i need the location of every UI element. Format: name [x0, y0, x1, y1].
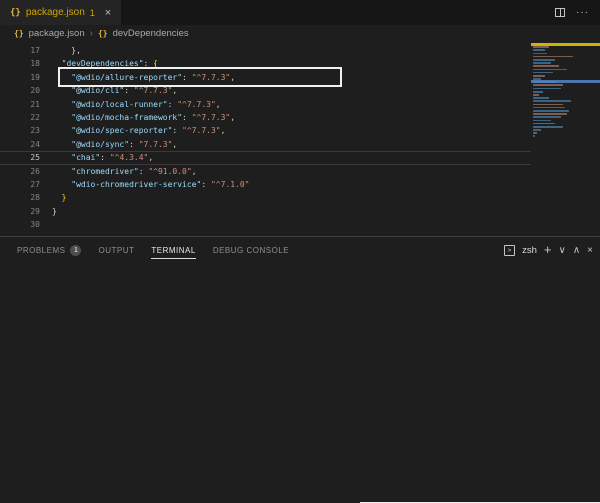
- line-number: 18: [0, 57, 40, 70]
- line-number: 26: [0, 165, 40, 178]
- line-number: 23: [0, 124, 40, 137]
- line-number: 27: [0, 178, 40, 191]
- code-line[interactable]: 21 "@wdio/local-runner": "^7.7.3",: [0, 98, 531, 111]
- code-text: "chai": "^4.3.4",: [52, 151, 153, 164]
- code-line[interactable]: 30: [0, 218, 531, 231]
- terminal-shell-icon: >: [504, 245, 515, 256]
- more-actions-icon[interactable]: ···: [576, 7, 589, 18]
- line-number: 28: [0, 191, 40, 204]
- tab-package-json[interactable]: {} package.json 1 ×: [0, 0, 121, 25]
- code-text: "@wdio/spec-reporter": "^7.7.3",: [52, 124, 225, 137]
- line-number: 24: [0, 138, 40, 151]
- code-text: "@wdio/mocha-framework": "^7.7.3",: [52, 111, 235, 124]
- line-number: 22: [0, 111, 40, 124]
- code-line[interactable]: 28 }: [0, 191, 531, 204]
- close-panel-icon[interactable]: ×: [587, 245, 593, 256]
- chevron-right-icon: ›: [90, 28, 93, 39]
- panel-tab-output[interactable]: OUTPUT: [98, 237, 134, 263]
- line-number: 29: [0, 205, 40, 218]
- minimap-warning-highlight: [531, 43, 600, 46]
- close-tab-icon[interactable]: ×: [105, 7, 111, 19]
- breadcrumb: {} package.json › {} devDependencies: [0, 25, 600, 42]
- code-text: },: [52, 44, 81, 57]
- json-symbol-icon: {}: [98, 29, 108, 38]
- minimap[interactable]: [531, 42, 600, 236]
- line-number: 21: [0, 98, 40, 111]
- panel-tab-problems[interactable]: PROBLEMS1: [17, 237, 81, 263]
- code-line[interactable]: 25 "chai": "^4.3.4",: [0, 151, 531, 164]
- json-file-icon: {}: [10, 8, 21, 18]
- line-number: 30: [0, 218, 40, 231]
- line-number: 25: [0, 151, 40, 164]
- code-text: "chromedriver": "^91.0.0",: [52, 165, 197, 178]
- code-line[interactable]: 26 "chromedriver": "^91.0.0",: [0, 165, 531, 178]
- tab-label: package.json: [26, 7, 85, 18]
- line-number: 19: [0, 71, 40, 84]
- editor-tab-bar: {} package.json 1 × ···: [0, 0, 600, 25]
- code-line[interactable]: 17 },: [0, 44, 531, 57]
- panel-header: PROBLEMS1 OUTPUT TERMINAL DEBUG CONSOLE > z…: [0, 237, 600, 263]
- panel-tab-terminal[interactable]: TERMINAL: [151, 237, 195, 263]
- minimap-selection-highlight: [531, 80, 600, 83]
- code-editor[interactable]: 17 },18 "devDependencies": {19 "@wdio/al…: [0, 42, 600, 236]
- code-line[interactable]: 23 "@wdio/spec-reporter": "^7.7.3",: [0, 124, 531, 137]
- code-line[interactable]: 24 "@wdio/sync": "7.7.3",: [0, 138, 531, 151]
- terminal-dropdown-icon[interactable]: ∨: [559, 245, 566, 256]
- highlight-box-editor: [58, 67, 342, 87]
- maximize-panel-icon[interactable]: ∧: [573, 245, 580, 256]
- breadcrumb-file[interactable]: package.json: [29, 28, 85, 39]
- code-line[interactable]: 27 "wdio-chromedriver-service": "^7.1.0": [0, 178, 531, 191]
- line-number: 17: [0, 44, 40, 57]
- json-file-icon: {}: [14, 29, 24, 38]
- new-terminal-icon[interactable]: +: [544, 242, 552, 257]
- code-text: "@wdio/sync": "7.7.3",: [52, 138, 177, 151]
- bottom-panel: PROBLEMS1 OUTPUT TERMINAL DEBUG CONSOLE > z…: [0, 236, 600, 415]
- shell-name-label[interactable]: zsh: [522, 245, 537, 256]
- code-text: }: [52, 191, 66, 204]
- terminal-controls: > zsh + ∨ ∧ ×: [504, 244, 600, 257]
- line-number: 20: [0, 84, 40, 97]
- code-text: "wdio-chromedriver-service": "^7.1.0": [52, 178, 249, 191]
- panel-tabs: PROBLEMS1 OUTPUT TERMINAL DEBUG CONSOLE: [17, 237, 306, 263]
- code-line[interactable]: 22 "@wdio/mocha-framework": "^7.7.3",: [0, 111, 531, 124]
- panel-tab-debug-console[interactable]: DEBUG CONSOLE: [213, 237, 289, 263]
- breadcrumb-symbol[interactable]: devDependencies: [113, 28, 189, 39]
- tab-problem-count: 1: [90, 8, 95, 18]
- editor-actions: ···: [555, 0, 600, 25]
- code-text: "@wdio/local-runner": "^7.7.3",: [52, 98, 221, 111]
- code-text: }: [52, 205, 57, 218]
- code-line[interactable]: 29}: [0, 205, 531, 218]
- problems-count-badge: 1: [70, 245, 81, 256]
- split-editor-icon[interactable]: [555, 8, 565, 17]
